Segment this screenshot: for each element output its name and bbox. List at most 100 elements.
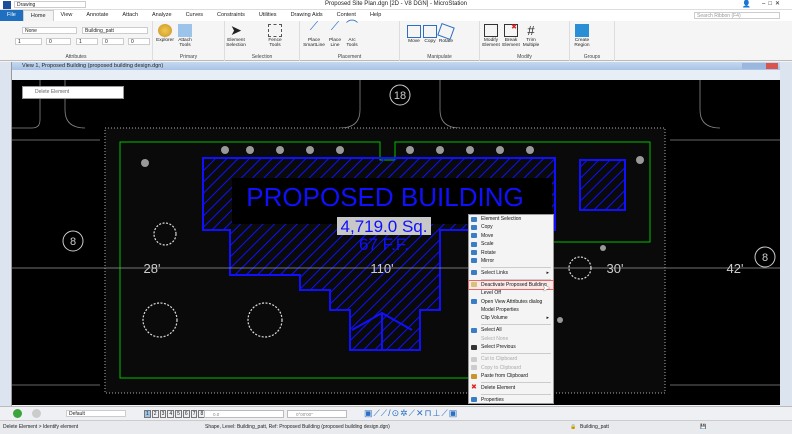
transparency-dropdown[interactable]: 0 — [102, 38, 124, 45]
level-display-dropdown[interactable]: None — [22, 27, 77, 34]
view-button-1[interactable]: 1 — [144, 410, 151, 418]
submenu-arrow-icon: ▸ — [546, 315, 549, 322]
place-smartline-button[interactable]: ⟋ Place SmartLine — [302, 20, 326, 48]
tab-drawing-aids[interactable]: Drawing Aids — [284, 10, 330, 21]
menu-label: Delete Element — [481, 385, 516, 391]
distance-input[interactable]: 0.0 — [204, 410, 284, 418]
tab-utilities[interactable]: Utilities — [252, 10, 284, 21]
menu-label: Deactivate Proposed Building — [481, 281, 547, 288]
priority-dropdown[interactable]: 0 — [128, 38, 150, 45]
view-button-5[interactable]: 5 — [175, 410, 182, 418]
tab-analyze[interactable]: Analyze — [145, 10, 179, 21]
lock-icon[interactable]: 🔒 — [570, 421, 576, 434]
menu-item-properties[interactable]: Properties — [469, 396, 553, 404]
tab-constraints[interactable]: Constraints — [210, 10, 252, 21]
menu-item-level-off[interactable]: Level Off — [469, 289, 553, 297]
view-group-dropdown[interactable]: Default — [66, 410, 126, 417]
style-dropdown[interactable]: 0 — [46, 38, 71, 45]
menu-item-view-attributes[interactable]: Open View Attributes dialog — [469, 298, 553, 306]
menu-item-select-all[interactable]: Select All — [469, 326, 553, 334]
attributes-group: None Building_patt 1 0 1 0 0 Attributes — [0, 21, 153, 61]
level-dropdown[interactable]: Building_patt — [82, 27, 148, 34]
bottom-toolbar: Default 12345678 0.0 0°00'00" ▣⟋⟋/⊙✲⟋✕⊓⊥… — [0, 406, 792, 420]
menu-item-mirror[interactable]: Mirror — [469, 257, 553, 265]
menu-item-scale[interactable]: Scale — [469, 240, 553, 248]
forward-icon[interactable] — [32, 409, 41, 418]
arc-tools-button[interactable]: ⌒ Arc Tools — [344, 20, 360, 48]
menu-item-model-properties[interactable]: Model Properties — [469, 306, 553, 314]
view-button-7[interactable]: 7 — [190, 410, 198, 418]
element-selection-button[interactable]: ➤ Element Selection — [225, 22, 247, 48]
explorer-label: Explorer — [156, 38, 174, 43]
tab-attach[interactable]: Attach — [115, 10, 145, 21]
angle-input[interactable]: 0°00'00" — [287, 410, 347, 418]
menu-item-move[interactable]: Move — [469, 232, 553, 240]
explorer-icon — [158, 24, 172, 37]
menu-item-copy-clipboard[interactable]: Copy to Clipboard — [469, 364, 553, 372]
menu-item-select-previous[interactable]: Select Previous — [469, 343, 553, 351]
create-region-icon — [575, 24, 589, 37]
view-button-2[interactable]: 2 — [151, 410, 159, 418]
menu-item-copy[interactable]: Copy — [469, 223, 553, 231]
menu-label: Select All — [481, 327, 502, 334]
menu-label: Level Off — [481, 290, 501, 297]
place-line-button[interactable]: ⟋ Place Line — [326, 20, 344, 48]
window-controls[interactable]: –□✕ — [762, 0, 783, 7]
attach-tools-button[interactable]: Attach Tools — [175, 24, 195, 48]
menu-label: Select None — [481, 335, 509, 342]
rotate-button[interactable]: Rotate — [437, 22, 455, 44]
create-region-label: Create Region — [574, 38, 590, 48]
save-icon[interactable]: 💾 — [700, 421, 706, 434]
menu-item-select-links[interactable]: Select Links ▸ — [469, 269, 553, 277]
create-region-button[interactable]: Create Region — [572, 24, 592, 48]
marker-label: 8 — [762, 252, 768, 264]
back-icon[interactable] — [13, 409, 22, 418]
tab-home[interactable]: Home — [22, 9, 54, 22]
dim-label: 30' — [607, 261, 624, 276]
fence-tools-button[interactable]: Fence Tools — [265, 24, 285, 48]
user-icon[interactable]: 👤 — [742, 0, 751, 8]
view-window-controls[interactable] — [742, 63, 778, 69]
break-element-button[interactable]: ✖ Break Element — [501, 24, 521, 48]
tab-curves[interactable]: Curves — [179, 10, 210, 21]
modify-element-button[interactable]: Modify Element — [481, 24, 501, 48]
drawing-canvas[interactable]: PROPOSED BUILDING 4,719.0 Sq. 67 F.F. 28… — [12, 80, 780, 405]
menu-item-paste[interactable]: Paste from Clipboard — [469, 372, 553, 380]
status-message: Shape, Level: Building_patt, Ref: Propos… — [205, 424, 390, 430]
view-button-3[interactable]: 3 — [159, 410, 167, 418]
color-dropdown[interactable]: 1 — [15, 38, 42, 45]
trim-icon: # — [527, 23, 535, 38]
menu-item-cut[interactable]: Cut to Clipboard — [469, 355, 553, 363]
menu-item-deactivate[interactable]: Deactivate Proposed Building — [468, 279, 554, 291]
view-button-4[interactable]: 4 — [167, 410, 175, 418]
groups-group: Create Region Groups — [570, 21, 615, 61]
menu-item-clip-volume[interactable]: Clip Volume ▸ — [469, 314, 553, 322]
view-toolbar[interactable] — [12, 70, 780, 80]
delete-element-dialog[interactable]: Delete Element — [22, 86, 124, 99]
menu-label: Cut to Clipboard — [481, 356, 518, 363]
menu-item-delete-element[interactable]: ✖ Delete Element — [469, 384, 553, 392]
move-icon — [407, 25, 421, 38]
rotate-label: Rotate — [438, 39, 454, 44]
explorer-button[interactable]: Explorer — [155, 24, 175, 43]
view-button-6[interactable]: 6 — [182, 410, 190, 418]
building-label: PROPOSED BUILDING — [246, 182, 523, 212]
weight-dropdown[interactable]: 1 — [76, 38, 98, 45]
tab-file[interactable]: File — [0, 10, 23, 21]
copy-button[interactable]: Copy — [422, 25, 438, 44]
trim-multiple-button[interactable]: # Trim Multiple — [521, 24, 541, 48]
tab-help[interactable]: Help — [363, 10, 388, 21]
search-ribbon-input[interactable]: Search Ribbon (F4) — [694, 12, 780, 19]
menu-item-select-none[interactable]: Select None — [469, 335, 553, 343]
left-dock-panel[interactable] — [0, 62, 12, 407]
menu-item-element-selection[interactable]: Element Selection — [469, 215, 553, 223]
active-level[interactable]: Building_patt — [580, 421, 609, 434]
menu-item-rotate[interactable]: Rotate — [469, 249, 553, 257]
move-button[interactable]: Move — [406, 25, 422, 44]
arrow-cursor-icon: ➤ — [230, 22, 242, 38]
trim-multiple-label: Trim Multiple — [522, 38, 540, 48]
view-title-bar[interactable]: View 1, Proposed Building (proposed buil… — [12, 62, 780, 70]
accudraw-snap-toolbar[interactable]: ▣⟋⟋/⊙✲⟋✕⊓⊥⟋▣ — [364, 408, 458, 419]
tab-view[interactable]: View — [54, 10, 80, 21]
tab-annotate[interactable]: Annotate — [79, 10, 115, 21]
